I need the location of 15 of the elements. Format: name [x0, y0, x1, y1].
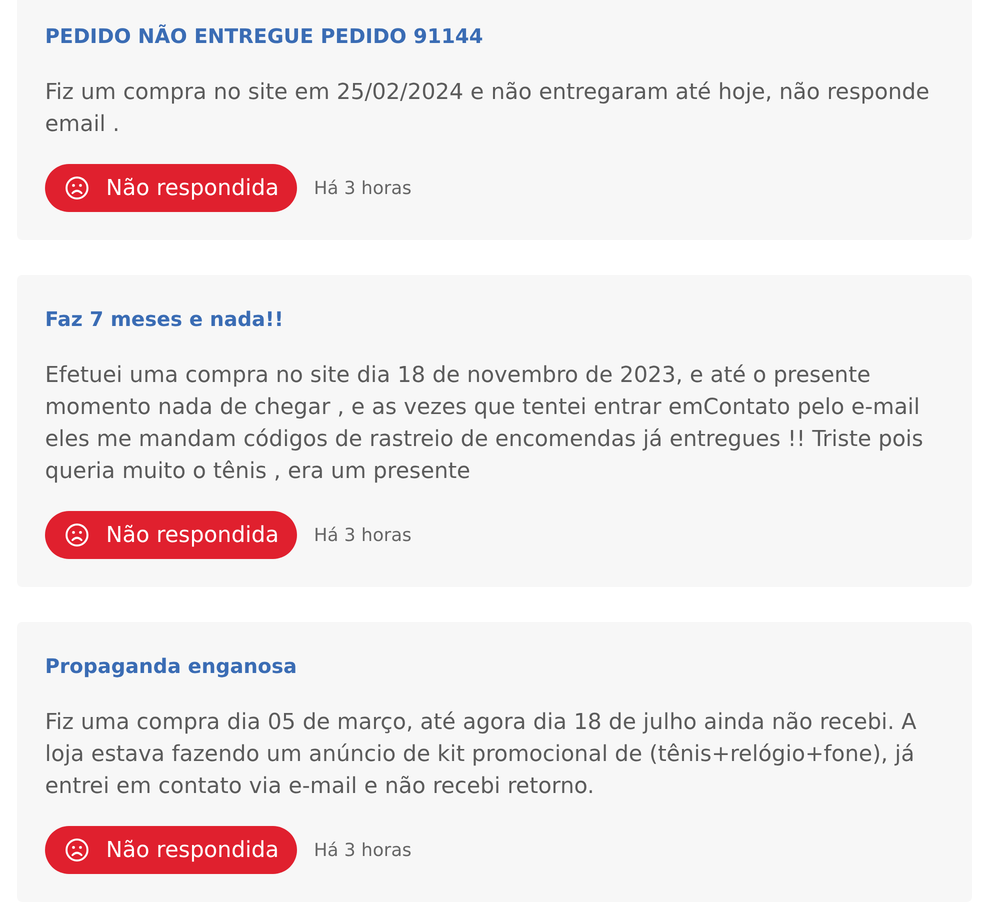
sad-face-icon: [65, 523, 89, 547]
status-badge: Não respondida: [45, 511, 297, 559]
complaint-title-link[interactable]: Propaganda enganosa: [45, 653, 297, 679]
sad-face-icon: [65, 838, 89, 862]
status-badge: Não respondida: [45, 164, 297, 212]
complaint-title-link[interactable]: PEDIDO NÃO ENTREGUE PEDIDO 91144: [45, 23, 484, 49]
complaint-text: Fiz uma compra dia 05 de março, até agora dia 18 de julho ainda não recebi. A loja estava fazendo um anúncio de kit promocional de (tênis+relógio+fone), já entrei em contato via e-mail e não recebi retorno.: [45, 709, 918, 801]
complaint-text: Fiz um compra no site em 25/02/2024 e não entregaram até hoje, não responde email .: [45, 79, 930, 139]
time-ago: Há 3 horas: [314, 524, 412, 546]
sad-face-icon: [65, 176, 89, 200]
time-ago: Há 3 horas: [314, 178, 412, 198]
time-ago: Há 3 horas: [314, 840, 412, 860]
status-badge: Não respondida: [45, 826, 297, 874]
complaint-text: Efetuei uma compra no site dia 18 de novembro de 2023, e até o presente momento nada de chegar , e as vezes que tentei entrar emContato pelo e-mail eles me mandam códigos de rastreio de encomendas já entregues !! Triste pois queria muito o tênis , era um presente: [45, 362, 924, 486]
complaint-title-link[interactable]: Faz 7 meses e nada!!: [45, 306, 284, 332]
